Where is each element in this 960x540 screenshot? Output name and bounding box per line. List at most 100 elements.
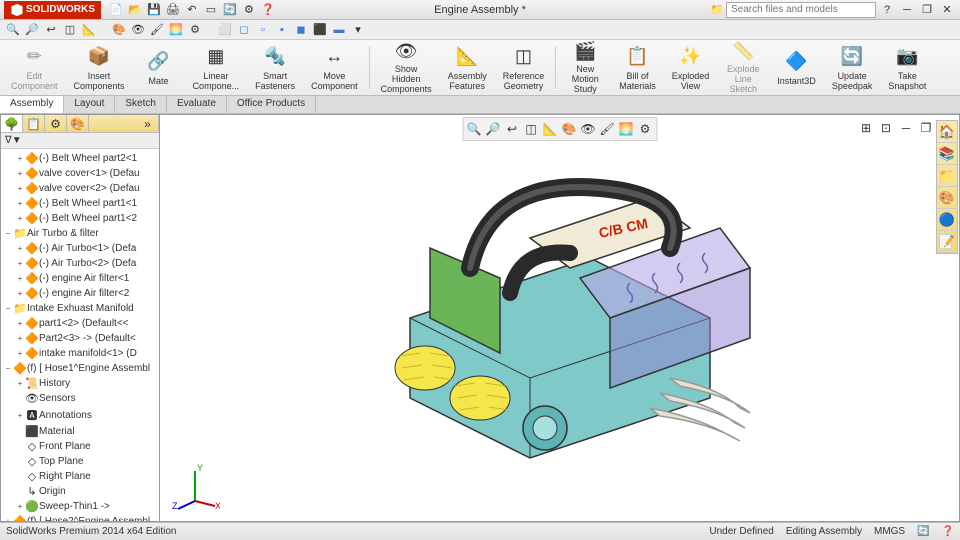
tree-item[interactable]: +🔶Part2<3> -> (Default<: [3, 331, 157, 346]
viewport-max[interactable]: ❐: [917, 119, 935, 137]
tree-toggle-icon[interactable]: +: [15, 334, 25, 343]
tree-item[interactable]: −📁Intake Exhuast Manifold: [3, 301, 157, 316]
tab-sketch[interactable]: Sketch: [115, 96, 167, 113]
config-manager-tab[interactable]: ⚙: [45, 115, 67, 132]
tree-toggle-icon[interactable]: +: [3, 517, 13, 521]
hud-zoom-fit[interactable]: 🔍: [465, 120, 483, 138]
tree-item[interactable]: +🔶valve cover<2> (Defau: [3, 181, 157, 196]
tree-toggle-icon[interactable]: −: [3, 229, 13, 238]
bottom-view-button[interactable]: ⬛: [311, 22, 329, 38]
status-units[interactable]: MMGS: [874, 526, 905, 537]
new-file-button[interactable]: 📄: [107, 2, 125, 18]
tree-toggle-icon[interactable]: +: [15, 379, 25, 388]
tree-item[interactable]: ◇Right Plane: [3, 469, 157, 484]
viewport-link[interactable]: ⊡: [877, 119, 895, 137]
tree-toggle-icon[interactable]: +: [15, 184, 25, 193]
tree-item[interactable]: ◇Top Plane: [3, 454, 157, 469]
display-manager-tab[interactable]: 🎨: [67, 115, 89, 132]
tree-toggle-icon[interactable]: +: [15, 319, 25, 328]
tree-toggle-icon[interactable]: +: [15, 411, 25, 420]
ribbon-reference-geometry[interactable]: ◫ReferenceGeometry: [496, 42, 552, 93]
hud-appearance[interactable]: 🖌: [598, 120, 616, 138]
tree-toggle-icon[interactable]: −: [3, 364, 13, 373]
section-view-button[interactable]: ◫: [61, 22, 79, 38]
tab-office-products[interactable]: Office Products: [227, 96, 316, 113]
iso-view-button[interactable]: ⬜: [216, 22, 234, 38]
zoom-area-button[interactable]: 🔎: [23, 22, 41, 38]
hud-hide-show[interactable]: 👁: [579, 120, 597, 138]
previous-view-button[interactable]: ↩: [42, 22, 60, 38]
help-button[interactable]: ?: [878, 2, 896, 18]
tab-evaluate[interactable]: Evaluate: [167, 96, 227, 113]
tree-toggle-icon[interactable]: +: [15, 274, 25, 283]
left-view-button[interactable]: ▬: [330, 22, 348, 38]
tree-toggle-icon[interactable]: +: [15, 502, 25, 511]
status-help-icon[interactable]: ❓: [942, 526, 954, 537]
orientation-triad-icon[interactable]: Y X Z: [170, 461, 220, 511]
tree-item[interactable]: +🔶valve cover<1> (Defau: [3, 166, 157, 181]
print-button[interactable]: 🖨: [164, 2, 182, 18]
ribbon-linear-compone-[interactable]: ▦LinearCompone...: [186, 42, 247, 93]
ribbon-take-snapshot[interactable]: 📷TakeSnapshot: [881, 42, 933, 93]
top-view-button[interactable]: ▫: [254, 22, 272, 38]
apply-scene-button[interactable]: 🌅: [167, 22, 185, 38]
tree-item[interactable]: ⬛Material: [3, 424, 157, 439]
tree-toggle-icon[interactable]: +: [15, 259, 25, 268]
ribbon-assembly-features[interactable]: 📐AssemblyFeatures: [441, 42, 494, 93]
task-design-library-tab[interactable]: 📚: [937, 143, 957, 165]
tree-item[interactable]: +🔶(-) engine Air filter<2: [3, 286, 157, 301]
task-view-palette-tab[interactable]: 🎨: [937, 187, 957, 209]
tree-toggle-icon[interactable]: +: [15, 349, 25, 358]
save-button[interactable]: 💾: [145, 2, 163, 18]
ribbon-move-component[interactable]: ↔MoveComponent: [304, 42, 365, 93]
tree-item[interactable]: +🔶(-) Belt Wheel part1<2: [3, 211, 157, 226]
tree-item[interactable]: +🟢Sweep-Thin1 ->: [3, 499, 157, 514]
tree-item[interactable]: −🔶(f) [ Hose1^Engine Assembl: [3, 361, 157, 376]
tree-item[interactable]: +🔶(-) Belt Wheel part2<1: [3, 151, 157, 166]
search-input[interactable]: [726, 2, 876, 18]
tree-item[interactable]: +🔶(-) engine Air filter<1: [3, 271, 157, 286]
tree-filter-bar[interactable]: ∇ ▼: [1, 133, 159, 149]
front-view-button[interactable]: ◻: [235, 22, 253, 38]
edit-appearance-button[interactable]: 🖌: [148, 22, 166, 38]
ribbon-bill-of-materials[interactable]: 📋Bill ofMaterials: [612, 42, 663, 93]
tree-item[interactable]: 👁Sensors: [3, 391, 157, 406]
ribbon-mate[interactable]: 🔗Mate: [134, 42, 184, 93]
viewport-min[interactable]: ─: [897, 119, 915, 137]
tree-item[interactable]: +🔶(-) Belt Wheel part1<1: [3, 196, 157, 211]
tree-item[interactable]: +🔶(f) [ Hose2^Engine Assembl: [3, 514, 157, 521]
display-style-button[interactable]: 🎨: [110, 22, 128, 38]
more-views-button[interactable]: ▾: [349, 22, 367, 38]
tree-item[interactable]: +🔶intake manifold<1> (D: [3, 346, 157, 361]
ribbon-exploded-view[interactable]: ✨ExplodedView: [665, 42, 717, 93]
right-view-button[interactable]: ▪: [273, 22, 291, 38]
options-button[interactable]: ⚙: [240, 2, 258, 18]
tree-item[interactable]: ◇Front Plane: [3, 439, 157, 454]
back-view-button[interactable]: ◼: [292, 22, 310, 38]
undo-button[interactable]: ↶: [183, 2, 201, 18]
status-rebuild-icon[interactable]: 🔄: [917, 526, 929, 537]
hud-scene[interactable]: 🌅: [617, 120, 635, 138]
tree-item[interactable]: −📁Air Turbo & filter: [3, 226, 157, 241]
tree-toggle-icon[interactable]: +: [15, 289, 25, 298]
task-file-explorer-tab[interactable]: 📁: [937, 165, 957, 187]
task-custom-props-tab[interactable]: 📝: [937, 231, 957, 253]
tree-toggle-icon[interactable]: +: [15, 169, 25, 178]
tree-toggle-icon[interactable]: −: [3, 304, 13, 313]
open-file-button[interactable]: 📂: [126, 2, 144, 18]
task-home-tab[interactable]: 🏠: [937, 121, 957, 143]
tree-toggle-icon[interactable]: +: [15, 199, 25, 208]
hud-display-style[interactable]: 🎨: [560, 120, 578, 138]
tab-assembly[interactable]: Assembly: [0, 96, 64, 113]
minimize-button[interactable]: ─: [898, 2, 916, 18]
task-appearances-tab[interactable]: 🔵: [937, 209, 957, 231]
ribbon-update-speedpak[interactable]: 🔄UpdateSpeedpak: [825, 42, 880, 93]
ribbon-show-hidden-components[interactable]: 👁ShowHiddenComponents: [374, 42, 439, 93]
tree-item[interactable]: +🅰Annotations: [3, 406, 157, 424]
help-dropdown[interactable]: ❓: [259, 2, 277, 18]
viewport-single[interactable]: ⊞: [857, 119, 875, 137]
property-manager-tab[interactable]: 📋: [23, 115, 45, 132]
view-orientation-button[interactable]: 📐: [80, 22, 98, 38]
hide-show-button[interactable]: 👁: [129, 22, 147, 38]
tree-item[interactable]: +📜History: [3, 376, 157, 391]
